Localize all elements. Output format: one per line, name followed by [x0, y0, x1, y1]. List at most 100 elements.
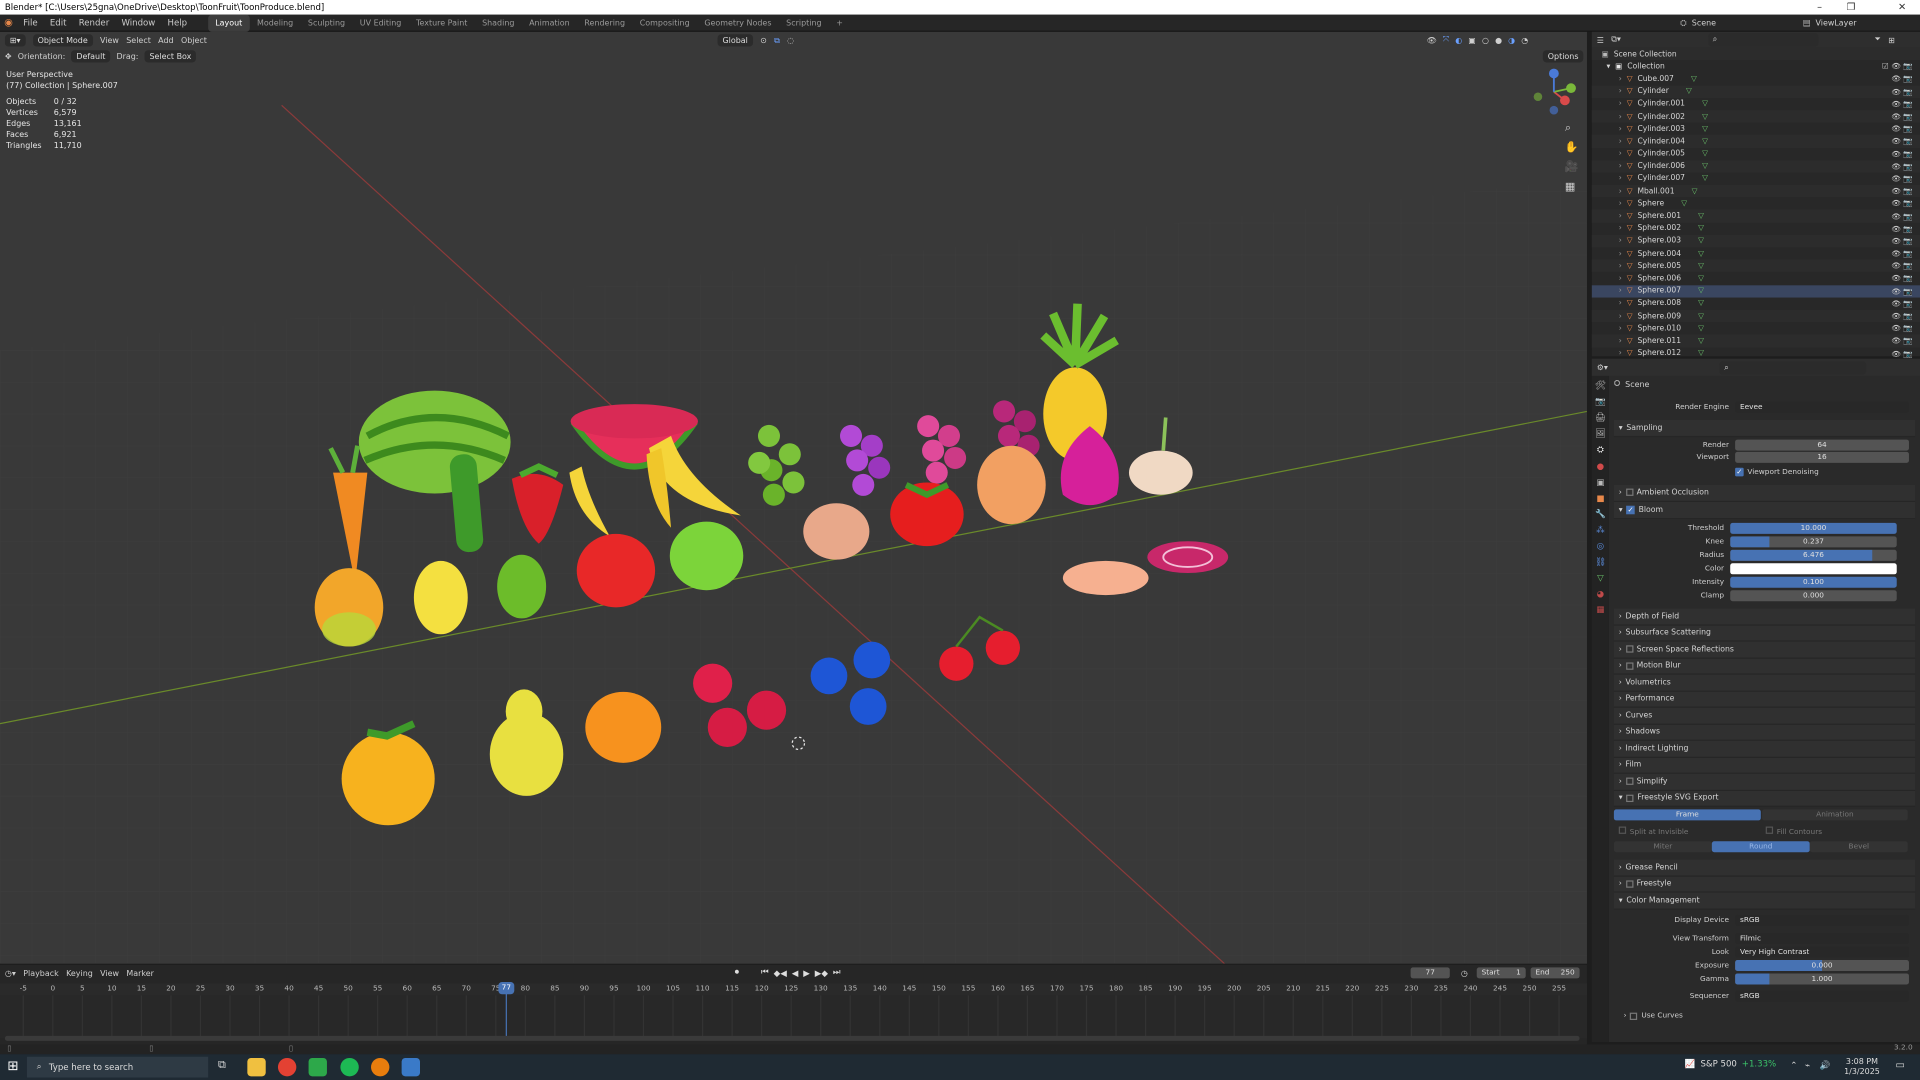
menu-view[interactable]: View [100, 968, 119, 978]
section-header[interactable]: ▾ Color Management [1613, 892, 1916, 910]
particles-tab-icon[interactable]: ⁂ [1596, 525, 1605, 535]
display-device-dropdown[interactable]: sRGB [1735, 914, 1909, 926]
checkbox[interactable] [1630, 1012, 1638, 1020]
menu-file[interactable]: File [17, 14, 44, 31]
expand-icon[interactable]: › [1619, 312, 1622, 321]
playhead-frame-badge[interactable]: 77 [498, 982, 515, 995]
data-tab-icon[interactable]: ▽ [1597, 573, 1604, 583]
outliner-item[interactable]: › ▽ Sphere.010 ▽ 👁 📷 [1592, 322, 1920, 334]
material-tab-icon[interactable]: ◕ [1597, 589, 1604, 599]
expand-icon[interactable]: › [1619, 249, 1622, 258]
checkbox[interactable] [1618, 826, 1627, 834]
new-collection-icon[interactable]: ⊞ [1888, 35, 1895, 45]
display-mode-icon[interactable]: ⧉▾ [1611, 34, 1621, 45]
visibility-icons[interactable]: 👁 📷 [1891, 174, 1912, 184]
section-header[interactable]: › Curves [1613, 707, 1916, 725]
expand-icon[interactable]: › [1619, 174, 1622, 183]
taskbar-search-box[interactable]: ⌕ Type here to search [26, 1056, 209, 1078]
expand-icon[interactable]: › [1619, 87, 1622, 96]
file-explorer-icon[interactable] [247, 1057, 266, 1077]
gamma-field[interactable]: 1.000 [1735, 973, 1909, 985]
outliner-item[interactable]: › ▽ Sphere.004 ▽ 👁 📷 [1592, 247, 1920, 259]
zoom-icon[interactable]: ⌕ [1565, 122, 1579, 134]
frame-button[interactable]: Frame [1613, 809, 1761, 821]
3d-viewport[interactable]: ⊞▾ Object Mode View Select Add Object Gl… [0, 31, 1587, 964]
play-icon[interactable]: ▶ [803, 968, 810, 978]
tab-scripting[interactable]: Scripting [779, 14, 829, 31]
jump-start-icon[interactable]: ⏮ [761, 967, 769, 978]
blender-logo-icon[interactable]: ◉ [0, 17, 17, 28]
bloom-color-swatch[interactable] [1730, 563, 1897, 575]
look-dropdown[interactable]: Very High Contrast [1735, 946, 1909, 958]
material-shading-icon[interactable]: ◑ [1508, 35, 1515, 45]
exposure-field[interactable]: 0.000 [1735, 960, 1909, 972]
outliner-item[interactable]: › ▽ Sphere.007 ▽ 👁 📷 [1591, 284, 1920, 298]
menu-edit[interactable]: Edit [44, 14, 73, 31]
navigation-gizmo[interactable] [1528, 66, 1579, 117]
close-icon[interactable]: ✕ [1898, 0, 1906, 15]
expand-icon[interactable]: › [1619, 162, 1622, 171]
menu-playback[interactable]: Playback [23, 968, 59, 978]
section-header[interactable]: › Freestyle [1613, 876, 1916, 893]
tab-geometry-nodes[interactable]: Geometry Nodes [697, 14, 779, 31]
visibility-icons[interactable]: 👁 📷 [1891, 211, 1912, 221]
outliner-item[interactable]: › ▽ Sphere.001 ▽ 👁 📷 [1591, 209, 1920, 223]
bloom-header[interactable]: ▾ ✓ Bloom [1613, 502, 1916, 519]
pan-hand-icon[interactable]: ✋ [1565, 142, 1579, 154]
expand-icon[interactable]: › [1619, 337, 1622, 346]
expand-icon[interactable]: › [1619, 274, 1622, 283]
ambient-occlusion-header[interactable]: › Ambient Occlusion [1613, 484, 1916, 502]
expand-icon[interactable]: › [1619, 349, 1622, 358]
expand-icon[interactable]: › [1619, 237, 1622, 246]
tab-compositing[interactable]: Compositing [632, 14, 697, 31]
intensity-field[interactable]: 0.100 [1730, 576, 1897, 588]
visibility-icons[interactable]: 👁 📷 [1891, 124, 1912, 134]
scene-selector[interactable]: Scene [1692, 18, 1716, 28]
visibility-icons[interactable]: 👁 📷 [1891, 348, 1912, 359]
visibility-icons[interactable]: 👁 📷 [1891, 236, 1912, 246]
visibility-icons[interactable]: 👁 📷 [1891, 336, 1912, 346]
outliner-item[interactable]: › ▽ Mball.001 ▽ 👁 📷 [1591, 184, 1920, 198]
properties-search-icon[interactable]: ⌕ [1719, 360, 1867, 375]
viewport-samples-field[interactable]: 16 [1735, 451, 1909, 463]
volume-icon[interactable]: 🔊 [1820, 1060, 1831, 1070]
maximize-icon[interactable]: ❐ [1847, 0, 1856, 15]
physics-tab-icon[interactable]: ◎ [1597, 541, 1604, 551]
tab-layout[interactable]: Layout [207, 14, 250, 32]
tab-modeling[interactable]: Modeling [250, 14, 301, 31]
outliner-item[interactable]: › ▽ Sphere.002 ▽ 👁 📷 [1592, 222, 1920, 234]
network-icon[interactable]: ⌁ [1805, 1060, 1810, 1070]
visibility-icons[interactable]: 👁 📷 [1891, 111, 1912, 122]
outliner-item[interactable]: › ▽ Sphere.005 ▽ 👁 📷 [1591, 259, 1920, 273]
section-header[interactable]: › Simplify [1613, 773, 1916, 791]
pivot-icon[interactable]: ⊙ [760, 36, 767, 46]
menu-add[interactable]: Add [158, 36, 173, 46]
orientation-selector[interactable]: Default [71, 50, 111, 63]
checkbox[interactable] [1625, 777, 1633, 786]
visibility-icons[interactable]: 👁 📷 [1891, 136, 1912, 147]
outliner-item[interactable]: › ▽ Sphere.003 ▽ 👁 📷 [1591, 234, 1920, 248]
view-transform-dropdown[interactable]: Filmic [1735, 933, 1909, 945]
outliner-collection[interactable]: ▾ ▣ Collection ☑ 👁 📷 [1592, 60, 1920, 72]
world-tab-icon[interactable]: ● [1597, 462, 1604, 472]
outliner-item[interactable]: › ▽ Cylinder.005 ▽ 👁 📷 [1592, 148, 1920, 160]
expand-icon[interactable]: › [1619, 324, 1622, 333]
outliner-item[interactable]: › ▽ Sphere.009 ▽ 👁 📷 [1591, 309, 1920, 323]
section-header[interactable]: › Indirect Lighting [1613, 740, 1916, 758]
keyframe-area[interactable] [0, 995, 1587, 1039]
visibility-icon[interactable]: 👁 [1427, 35, 1437, 45]
mode-selector[interactable]: Object Mode [32, 34, 93, 47]
visibility-icons[interactable]: 👁 📷 [1891, 199, 1912, 209]
tab-texture-paint[interactable]: Texture Paint [409, 14, 475, 31]
expand-icon[interactable]: › [1619, 262, 1622, 271]
stock-widget[interactable]: 📈 S&P 500 +1.33% [1685, 1059, 1776, 1069]
view-layer-selector[interactable]: ViewLayer [1815, 18, 1856, 28]
windows-start-icon[interactable]: ⊞ [7, 1058, 18, 1074]
radius-slider[interactable]: 6.476 [1730, 549, 1897, 561]
minimize-icon[interactable]: – [1817, 0, 1822, 15]
menu-select[interactable]: Select [126, 36, 151, 46]
menu-view[interactable]: View [100, 36, 119, 46]
visibility-icons[interactable]: 👁 📷 [1891, 161, 1912, 172]
render-engine-dropdown[interactable]: Eevee [1735, 401, 1909, 413]
section-header[interactable]: ▾ Freestyle SVG Export [1613, 790, 1916, 807]
